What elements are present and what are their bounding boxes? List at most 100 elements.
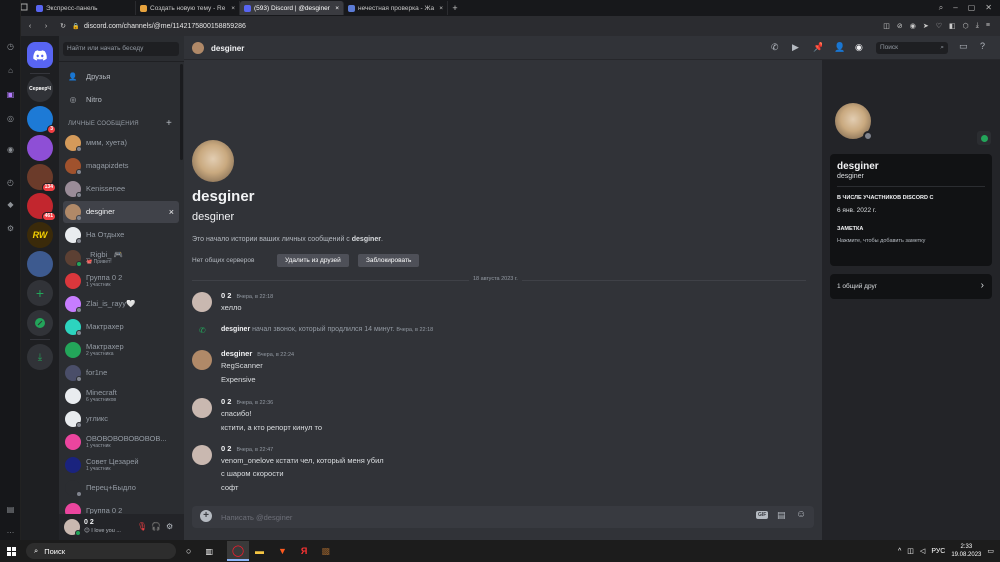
- gallery-icon[interactable]: ▤: [6, 505, 15, 514]
- reload-icon[interactable]: ↻: [54, 22, 72, 30]
- tab-search-icon[interactable]: ⌕: [939, 3, 943, 13]
- vpn-icon[interactable]: ◉: [910, 22, 916, 30]
- dm-list-item[interactable]: Kenissenee: [63, 178, 179, 200]
- dm-list-item[interactable]: Мактрахер 2 участника: [63, 339, 179, 361]
- avatar[interactable]: [192, 398, 212, 418]
- box-icon[interactable]: ◆: [6, 200, 15, 209]
- message-author[interactable]: 0 2: [221, 291, 231, 300]
- menu-icon[interactable]: ≡: [986, 22, 990, 30]
- dm-list-item[interactable]: magapizdets: [63, 155, 179, 177]
- speed-dial-icon[interactable]: ◷: [6, 42, 15, 51]
- server-icon[interactable]: 134: [27, 164, 56, 192]
- server-icon[interactable]: [27, 251, 53, 277]
- cube-icon[interactable]: ⬡: [963, 22, 969, 30]
- dm-list-item[interactable]: Zlai_is_rayy🤍: [63, 293, 179, 315]
- close-tab-icon[interactable]: ×: [439, 5, 443, 12]
- headphones-icon[interactable]: 🎧: [151, 522, 161, 531]
- block-icon[interactable]: ⊘: [897, 22, 903, 30]
- server-icon[interactable]: СерверЧ: [27, 76, 53, 102]
- gif-icon[interactable]: GIF: [756, 511, 769, 519]
- help-icon[interactable]: ?: [980, 41, 985, 51]
- dm-list-item[interactable]: угликс: [63, 408, 179, 430]
- tray-chevron-icon[interactable]: ^: [898, 548, 901, 555]
- dm-list-item[interactable]: На Отдыхе: [63, 224, 179, 246]
- yandex-icon[interactable]: Я: [301, 546, 307, 556]
- call-author[interactable]: desginer: [221, 326, 250, 333]
- server-icon[interactable]: 461: [27, 193, 56, 221]
- sticker-icon[interactable]: ▤: [777, 510, 786, 521]
- minimize-button[interactable]: –: [953, 3, 957, 13]
- server-icon[interactable]: [27, 135, 53, 161]
- language-indicator[interactable]: РУС: [931, 548, 945, 555]
- discord-home-icon[interactable]: [27, 42, 53, 68]
- url-field[interactable]: discord.com/channels/@me/114217580015885…: [84, 23, 246, 30]
- volume-icon[interactable]: ◁: [920, 547, 925, 555]
- voice-call-icon[interactable]: ✆: [771, 42, 779, 53]
- avatar[interactable]: [192, 350, 212, 370]
- note-input[interactable]: Нажмите, чтобы добавить заметку: [837, 238, 925, 244]
- dm-list-item[interactable]: Группа 0 21 участник: [63, 270, 179, 292]
- more-icon[interactable]: …: [6, 526, 15, 535]
- history-icon[interactable]: ◴: [6, 178, 15, 187]
- tab-discord[interactable]: (593) Discord | @desginer ×: [240, 1, 344, 15]
- heart-icon[interactable]: ♡: [936, 22, 942, 30]
- maximize-button[interactable]: ▢: [968, 3, 976, 13]
- user-settings-icon[interactable]: ⚙: [166, 522, 173, 531]
- windows-start-icon[interactable]: [0, 546, 22, 556]
- remove-friend-button[interactable]: Удалить из друзей: [277, 254, 349, 267]
- tab-unfair-check[interactable]: нечестная проверка - Жа ×: [344, 1, 448, 15]
- mute-microphone-icon[interactable]: 🎙: [137, 522, 147, 531]
- profile-avatar[interactable]: [832, 100, 874, 142]
- dm-list-item[interactable]: Совет Цезарей 1 участник: [63, 454, 179, 476]
- twitch-icon[interactable]: ▣: [6, 90, 15, 99]
- player-icon[interactable]: ◉: [6, 145, 15, 154]
- block-button[interactable]: Заблокировать: [358, 254, 420, 267]
- tab-speed-dial[interactable]: Экспресс-панель: [32, 1, 136, 15]
- attach-plus-icon[interactable]: +: [200, 510, 212, 522]
- video-call-icon[interactable]: ▶: [792, 42, 799, 53]
- close-window-button[interactable]: ✕: [985, 3, 992, 13]
- scrollbar[interactable]: [180, 64, 183, 160]
- back-icon[interactable]: ‹: [22, 23, 38, 30]
- forward-icon[interactable]: ›: [38, 23, 54, 30]
- tab-sidebar-toggle-icon[interactable]: [20, 3, 32, 13]
- avatar[interactable]: [192, 292, 212, 312]
- shop-icon[interactable]: ⌂: [6, 66, 15, 75]
- brave-icon[interactable]: ▼: [278, 546, 287, 556]
- emoji-icon[interactable]: ☺: [796, 509, 806, 520]
- mutual-friends-row[interactable]: 1 общий друг ›: [830, 274, 992, 299]
- message-author[interactable]: desginer: [221, 349, 252, 358]
- download-apps-button[interactable]: ⤓: [27, 344, 53, 370]
- download-icon[interactable]: ⤓: [976, 22, 979, 30]
- close-tab-icon[interactable]: ×: [231, 5, 235, 12]
- opera-taskbar-icon[interactable]: ◯: [227, 541, 249, 561]
- server-icon[interactable]: RW: [27, 222, 53, 248]
- extension-icon[interactable]: ◧: [949, 22, 956, 30]
- avatar[interactable]: [192, 445, 212, 465]
- lock-icon[interactable]: 🔒: [72, 23, 84, 30]
- close-dm-icon[interactable]: ×: [169, 207, 174, 217]
- chat-search-input[interactable]: Поиск ⌕: [876, 42, 948, 54]
- cortana-icon[interactable]: ○: [186, 546, 191, 556]
- dm-list-item[interactable]: Minecraft 6 участников: [63, 385, 179, 407]
- minecraft-icon[interactable]: ▩: [321, 546, 330, 557]
- close-tab-icon[interactable]: ×: [335, 5, 339, 12]
- nitro-badge-icon[interactable]: [977, 131, 991, 145]
- dm-list-item[interactable]: ОВОВОВОВОВОВОВ... 1 участник: [63, 431, 179, 453]
- user-profile-toggle-icon[interactable]: ◉: [855, 42, 863, 53]
- dm-list-item[interactable]: _Rigbi_ 🎮 🐙 Привет!: [63, 247, 179, 269]
- friends-nav-item[interactable]: 👤 Друзья: [63, 65, 179, 87]
- server-icon[interactable]: 3: [27, 106, 56, 134]
- nitro-nav-item[interactable]: ◎ Nitro: [63, 88, 179, 110]
- dm-list-item[interactable]: Перец+Быдло: [63, 477, 179, 499]
- inbox-icon[interactable]: ▭: [959, 41, 968, 52]
- dm-list-item[interactable]: for1ne: [63, 362, 179, 384]
- find-conversation-input[interactable]: Найти или начать беседу: [63, 42, 179, 56]
- add-friends-to-dm-icon[interactable]: 👤: [834, 42, 845, 53]
- clock[interactable]: 2:33 19.08.2023: [951, 543, 981, 559]
- message-author[interactable]: 0 2: [221, 444, 231, 453]
- message-author[interactable]: 0 2: [221, 397, 231, 406]
- tab-create-topic[interactable]: Создать новую тему - Re ×: [136, 1, 240, 15]
- file-explorer-icon[interactable]: ▬: [255, 546, 264, 556]
- task-view-icon[interactable]: ▥: [205, 547, 213, 556]
